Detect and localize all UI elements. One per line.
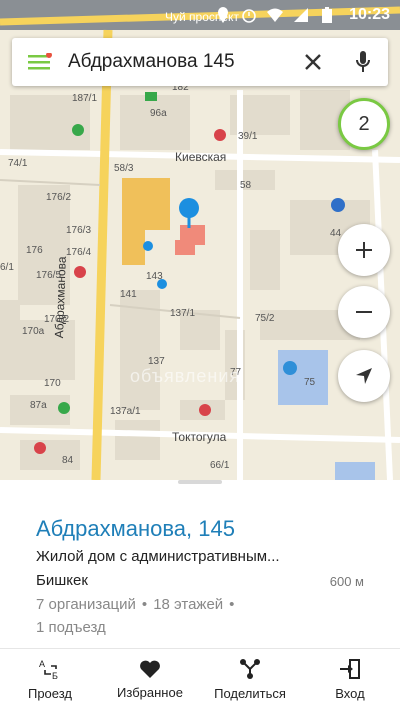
status-bar: 10:23 <box>0 0 400 30</box>
building-label: 74/1 <box>8 158 28 169</box>
entrance-label: Вход <box>335 686 365 701</box>
street-label-abdrakhmanova: Абдрахманова <box>52 256 69 339</box>
drag-handle[interactable] <box>178 480 222 484</box>
building-label: 176/3 <box>66 225 92 236</box>
place-title: Абдрахманова, 145 <box>36 516 235 541</box>
navigation-arrow-icon <box>356 368 372 384</box>
building-label: 58/3 <box>114 163 134 174</box>
building-label: 6/1 <box>0 262 14 273</box>
building-label: 143 <box>146 271 163 282</box>
building-label: 75 <box>304 377 316 388</box>
share-icon <box>240 659 260 679</box>
place-meta: 7 организаций • 18 этажей • <box>36 596 240 613</box>
entrances-count: 1 подъезд <box>36 619 106 636</box>
location-status-icon <box>215 7 231 23</box>
watermark: объявления <box>130 366 241 386</box>
share-label: Поделиться <box>214 686 286 701</box>
results-count-button[interactable]: 2 <box>338 98 390 150</box>
building-label: 176/2 <box>46 192 72 203</box>
building-label: 96а <box>150 108 167 119</box>
search-bar: Абдрахманова 145 <box>12 38 388 86</box>
action-bar: А Б Проезд Избранное Поделиться Вход <box>0 648 400 710</box>
menu-button[interactable] <box>12 38 68 86</box>
building-label: 137/1 <box>170 308 196 319</box>
building-label: 187/1 <box>72 93 98 104</box>
minus-icon <box>356 311 372 313</box>
clear-search-button[interactable] <box>288 38 338 86</box>
close-icon <box>305 54 321 70</box>
battery-icon <box>319 7 335 23</box>
zoom-out-button[interactable] <box>338 286 390 338</box>
route-label: Проезд <box>27 686 72 701</box>
organizations-count[interactable]: 7 организаций <box>36 596 136 613</box>
building-label: 44 <box>330 228 342 239</box>
signal-icon <box>293 7 309 23</box>
favorite-label: Избранное <box>117 685 183 700</box>
wifi-icon <box>267 7 284 23</box>
route-icon: А Б <box>39 659 58 680</box>
entrance-icon <box>340 659 360 679</box>
separator-dot: • <box>229 596 235 613</box>
route-button[interactable]: А Б Проезд <box>0 649 100 710</box>
svg-text:А: А <box>39 659 45 669</box>
building-label: 170/2 <box>44 314 70 325</box>
plus-icon <box>356 242 372 258</box>
status-time: 10:23 <box>349 6 390 23</box>
building-label: 87а <box>30 400 47 411</box>
svg-text:Б: Б <box>52 671 58 680</box>
building-label: 84 <box>62 455 74 466</box>
results-count: 2 <box>358 112 370 135</box>
building-label: 39/1 <box>238 131 258 142</box>
place-distance: 600 м <box>329 574 364 589</box>
building-label: 137а/1 <box>110 406 141 417</box>
separator-dot: • <box>141 596 148 613</box>
building-label: 176/5 <box>36 270 62 281</box>
voice-search-button[interactable] <box>338 38 388 86</box>
microphone-icon <box>356 51 370 72</box>
floors-count: 18 этажей <box>153 596 224 613</box>
building-label: 75/2 <box>255 313 275 324</box>
my-location-button[interactable] <box>338 350 390 402</box>
entrance-button[interactable]: Вход <box>300 649 400 710</box>
building-label: 58 <box>240 180 252 191</box>
building-label: 176/4 <box>66 247 92 258</box>
hamburger-icon <box>28 53 52 70</box>
favorite-button[interactable]: Избранное <box>100 649 200 710</box>
building-label: 170а <box>22 326 45 337</box>
place-city: Бишкек <box>36 572 88 589</box>
street-label-toktogula: Токтогула <box>172 430 227 444</box>
alarm-icon <box>241 7 257 23</box>
heart-icon <box>140 660 160 678</box>
building-label: 176 <box>26 245 43 256</box>
building-label: 141 <box>120 289 137 300</box>
zoom-in-button[interactable] <box>338 224 390 276</box>
share-button[interactable]: Поделиться <box>200 649 300 710</box>
building-label: 170 <box>44 378 61 389</box>
building-label: 66/1 <box>210 460 230 471</box>
place-card[interactable]: Абдрахманова, 145 Жилой дом с администра… <box>0 480 400 648</box>
place-description: Жилой дом с административным... <box>36 548 280 565</box>
street-label-kievskaya: Киевская <box>175 150 227 164</box>
search-input[interactable]: Абдрахманова 145 <box>68 51 288 73</box>
